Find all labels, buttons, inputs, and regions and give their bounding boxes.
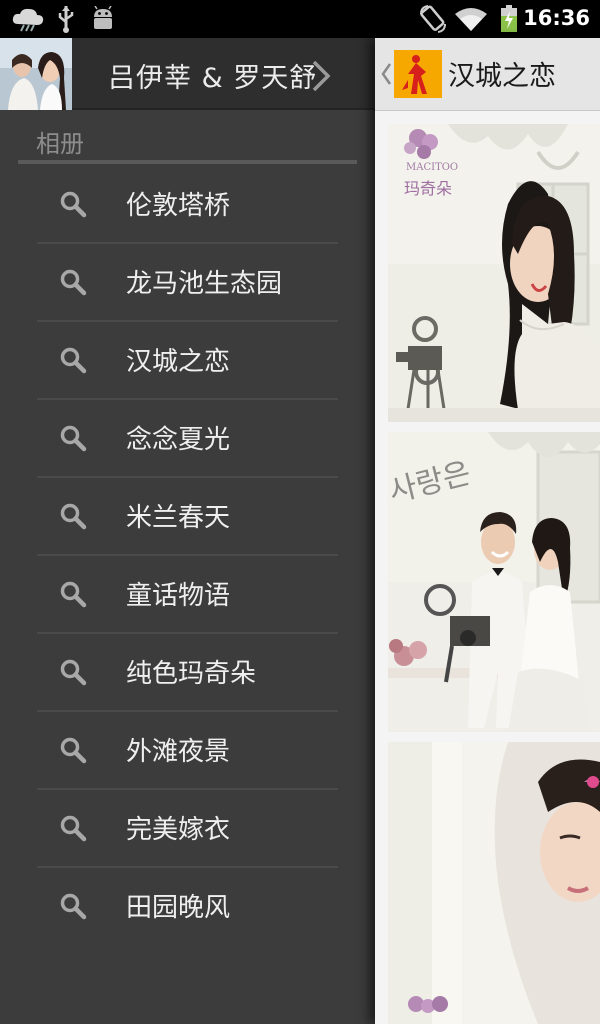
album-label: 伦敦塔桥 xyxy=(126,191,231,221)
album-label: 童话物语 xyxy=(126,581,231,611)
album-item[interactable]: 龙马池生态园 xyxy=(37,244,338,322)
action-bar: 汉城之恋 xyxy=(375,38,600,111)
avatar[interactable] xyxy=(0,38,72,110)
profile-header[interactable]: 吕伊莘 & 罗天舒 xyxy=(0,38,375,110)
album-label: 外滩夜景 xyxy=(126,737,231,767)
search-icon xyxy=(59,658,87,690)
album-label: 完美嫁衣 xyxy=(126,815,231,845)
album-item[interactable]: 伦敦塔桥 xyxy=(37,166,338,244)
album-item[interactable]: 外滩夜景 xyxy=(37,712,338,790)
screen: 16:36 吕伊莘 & 罗天舒 相册 伦敦塔桥 龙马池生态园 汉城之恋 念念夏光… xyxy=(0,0,600,1024)
watermark-brand: MACITOO xyxy=(406,162,458,173)
search-icon xyxy=(59,346,87,378)
status-time: 16:36 xyxy=(523,6,590,30)
rotation-lock-icon xyxy=(418,4,448,38)
content-pane[interactable]: 汉城之恋 MACITOO 玛奇朵 사랑은 xyxy=(375,38,600,1024)
navigation-drawer: 吕伊莘 & 罗天舒 相册 伦敦塔桥 龙马池生态园 汉城之恋 念念夏光 米兰春天 … xyxy=(0,38,375,1024)
album-item[interactable]: 完美嫁衣 xyxy=(37,790,338,868)
section-divider xyxy=(18,160,357,164)
weather-cloud-icon xyxy=(10,6,46,36)
search-icon xyxy=(59,424,87,456)
wifi-icon xyxy=(454,6,488,36)
watermark-cn: 玛奇朵 xyxy=(404,179,452,198)
album-label: 汉城之恋 xyxy=(126,347,231,377)
usb-icon xyxy=(56,4,76,38)
search-icon xyxy=(59,580,87,612)
album-label: 米兰春天 xyxy=(126,503,231,533)
up-caret-icon[interactable] xyxy=(379,60,393,92)
album-item[interactable]: 纯色玛奇朵 xyxy=(37,634,338,712)
album-label: 田园晚风 xyxy=(126,893,231,923)
album-item[interactable]: 米兰春天 xyxy=(37,478,338,556)
album-label: 念念夏光 xyxy=(126,425,231,455)
battery-charging-icon xyxy=(500,5,518,37)
search-icon xyxy=(59,268,87,300)
search-icon xyxy=(59,814,87,846)
album-item[interactable]: 田园晚风 xyxy=(37,868,338,944)
search-icon xyxy=(59,502,87,534)
album-item[interactable]: 童话物语 xyxy=(37,556,338,634)
photo-card[interactable]: 사랑은 xyxy=(388,432,600,732)
photo-card[interactable] xyxy=(388,742,600,1024)
album-list: 伦敦塔桥 龙马池生态园 汉城之恋 念念夏光 米兰春天 童话物语 纯色玛奇朵 外滩… xyxy=(0,166,375,944)
section-title: 相册 xyxy=(36,130,84,158)
search-icon xyxy=(59,190,87,222)
status-bar: 16:36 xyxy=(0,0,600,38)
photo-card[interactable]: MACITOO 玛奇朵 xyxy=(388,124,600,422)
album-label: 龙马池生态园 xyxy=(126,269,283,299)
android-debug-icon xyxy=(91,5,115,36)
chevron-right-icon[interactable] xyxy=(310,60,334,96)
album-label: 纯色玛奇朵 xyxy=(126,659,257,689)
search-icon xyxy=(59,736,87,768)
profile-name[interactable]: 吕伊莘 & 罗天舒 xyxy=(108,56,317,95)
album-item[interactable]: 念念夏光 xyxy=(37,400,338,478)
search-icon xyxy=(59,892,87,924)
app-icon[interactable] xyxy=(394,50,442,98)
page-title: 汉城之恋 xyxy=(448,61,556,92)
album-item[interactable]: 汉城之恋 xyxy=(37,322,338,400)
